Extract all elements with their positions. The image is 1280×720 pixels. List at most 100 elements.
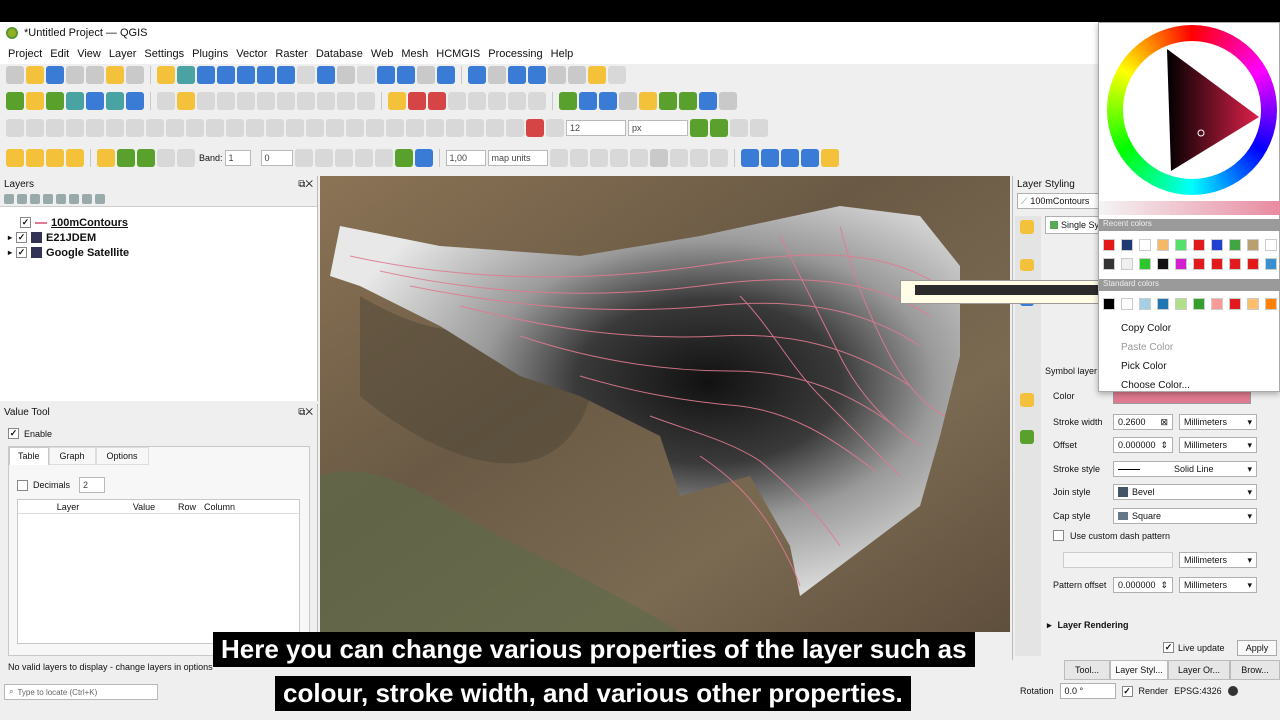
menu-hcmgis[interactable]: HCMGIS — [432, 48, 484, 60]
pan-icon[interactable] — [157, 66, 175, 84]
zoom-to-selection-icon[interactable] — [257, 66, 275, 84]
attribute-table-icon[interactable] — [488, 66, 506, 84]
line-width-spin[interactable]: 1,00 — [445, 150, 486, 166]
offset-input[interactable]: 0 — [260, 150, 293, 166]
paste-features-icon[interactable] — [317, 92, 335, 110]
add-wms-icon[interactable] — [106, 92, 124, 110]
snap-line-end-icon[interactable] — [486, 119, 504, 137]
intersection-icon[interactable] — [750, 119, 768, 137]
shape-line-icon[interactable] — [549, 149, 568, 167]
add-raster-icon[interactable] — [66, 92, 84, 110]
add-group-icon[interactable] — [17, 194, 27, 204]
zoom-last-icon[interactable] — [317, 66, 335, 84]
color-swatch[interactable] — [1193, 239, 1205, 251]
dash-unit-select[interactable]: Millimeters ▾ — [1179, 552, 1257, 568]
pattern-offset-input[interactable]: 0.000000 ⇕ — [1113, 577, 1173, 593]
merge-attributes-icon[interactable] — [286, 119, 304, 137]
menu-layer[interactable]: Layer — [105, 48, 141, 60]
data-source-manager-icon[interactable] — [6, 92, 24, 110]
decimals-checkbox[interactable] — [17, 479, 28, 491]
layer-name[interactable]: Google Satellite — [46, 247, 129, 259]
symbology-brush-icon[interactable] — [1020, 220, 1034, 234]
new-3d-view-icon[interactable] — [357, 66, 375, 84]
select-by-value-icon[interactable] — [26, 149, 44, 167]
color-swatch[interactable] — [1247, 239, 1259, 251]
copy-color-item[interactable]: Copy Color — [1099, 319, 1280, 338]
collapse-all-icon[interactable] — [82, 194, 92, 204]
split-features-icon[interactable] — [226, 119, 244, 137]
crosshair-icon[interactable] — [719, 92, 737, 110]
menu-raster[interactable]: Raster — [271, 48, 311, 60]
self-snapping-icon[interactable] — [730, 119, 748, 137]
3d-view-icon[interactable] — [1020, 393, 1034, 407]
rotate-label-icon[interactable] — [468, 92, 486, 110]
refresh-icon[interactable] — [437, 66, 455, 84]
filter-expression-icon[interactable] — [56, 194, 66, 204]
custom-dash-checkbox[interactable] — [1053, 530, 1064, 541]
shape-arc-icon[interactable] — [669, 149, 688, 167]
column-header-layer[interactable]: Layer — [18, 502, 118, 512]
menu-edit[interactable]: Edit — [46, 48, 73, 60]
topological-editing-icon[interactable] — [506, 119, 524, 137]
layer-row-dem[interactable]: ▸ ✓ E21JDEM — [0, 230, 317, 245]
snapping-icon[interactable] — [386, 119, 404, 137]
split-parts-icon[interactable] — [246, 119, 264, 137]
save-edits-icon[interactable] — [197, 92, 215, 110]
snap-type-icon[interactable] — [546, 119, 564, 137]
label-tool-icon[interactable] — [388, 92, 406, 110]
new-geopackage-icon[interactable] — [26, 92, 44, 110]
raster-paint-icon[interactable] — [394, 149, 413, 167]
color-swatch[interactable] — [1211, 258, 1223, 270]
layer-row-contours[interactable]: ✓ 100mContours — [0, 215, 317, 230]
shape-star-icon[interactable] — [709, 149, 728, 167]
layout-manager-icon[interactable] — [106, 66, 124, 84]
add-wfs-icon[interactable] — [126, 92, 144, 110]
measure-line-icon[interactable] — [760, 149, 779, 167]
color-swatch[interactable] — [1247, 258, 1259, 270]
move-feature-icon[interactable] — [26, 119, 44, 137]
history-icon[interactable] — [1020, 430, 1034, 444]
raster-erase-icon[interactable] — [374, 149, 393, 167]
save-as-icon[interactable] — [66, 66, 84, 84]
color-swatch[interactable] — [1265, 239, 1277, 251]
statistics-sigma-icon[interactable] — [528, 66, 546, 84]
zoom-full-icon[interactable] — [237, 66, 255, 84]
select-features-icon[interactable] — [6, 149, 24, 167]
rotate-feature-icon[interactable] — [46, 119, 64, 137]
color-swatch[interactable] — [1175, 258, 1187, 270]
raster-brush-icon[interactable] — [354, 149, 373, 167]
column-header-value[interactable]: Value — [118, 502, 170, 512]
layer-row-satellite[interactable]: ▸ ✓ Google Satellite — [0, 245, 317, 260]
merge-features-icon[interactable] — [266, 119, 284, 137]
color-swatch[interactable] — [1265, 298, 1277, 310]
color-swatch[interactable] — [1175, 239, 1187, 251]
color-swatch[interactable] — [1229, 298, 1241, 310]
new-map-view-icon[interactable] — [337, 66, 355, 84]
temporal-controller-icon[interactable] — [417, 66, 435, 84]
delete-ring-icon[interactable] — [146, 119, 164, 137]
vertex-tool-icon[interactable] — [237, 92, 255, 110]
reshape-icon[interactable] — [186, 119, 204, 137]
color-swatch[interactable] — [1265, 258, 1277, 270]
offset-point-icon[interactable] — [326, 119, 344, 137]
color-swatch[interactable] — [1157, 258, 1169, 270]
move-label-icon[interactable] — [448, 92, 466, 110]
color-swatch[interactable] — [1229, 239, 1241, 251]
tools-icon[interactable] — [137, 149, 155, 167]
map-canvas[interactable] — [320, 176, 1010, 632]
color-swatch[interactable] — [1211, 239, 1223, 251]
zoom-to-layer-icon[interactable] — [277, 66, 295, 84]
select-all-icon[interactable] — [66, 149, 84, 167]
color-swatch[interactable] — [1247, 298, 1259, 310]
digitize-raster-icon[interactable] — [294, 149, 313, 167]
layer-select[interactable]: ⟋ 100mContours — [1017, 193, 1101, 209]
snap-centroid-icon[interactable] — [446, 119, 464, 137]
remove-layer-icon[interactable] — [95, 194, 105, 204]
delete-part-icon[interactable] — [166, 119, 184, 137]
layer-name[interactable]: 100mContours — [51, 217, 128, 229]
new-project-icon[interactable] — [6, 66, 24, 84]
paste-color-item[interactable]: Paste Color — [1099, 338, 1280, 357]
color-swatch[interactable] — [1121, 258, 1133, 270]
menu-mesh[interactable]: Mesh — [397, 48, 432, 60]
shape-grid-icon[interactable] — [689, 149, 708, 167]
